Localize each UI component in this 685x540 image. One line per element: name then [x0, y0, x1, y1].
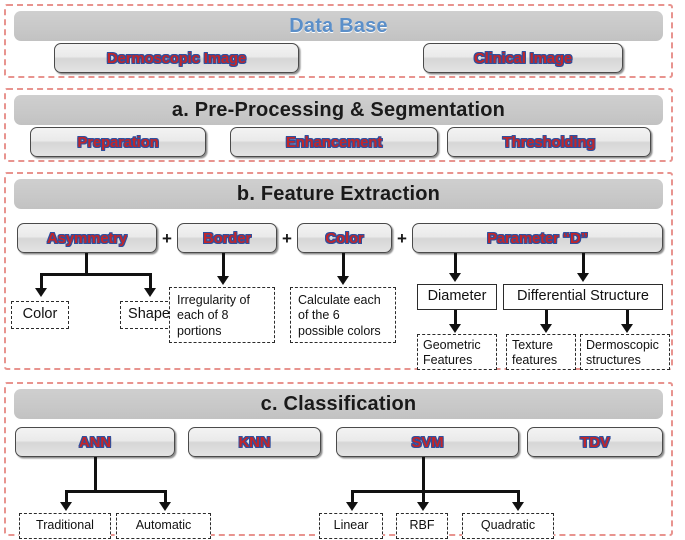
classification-title: c. Classification	[260, 392, 417, 415]
connector-parameter-differential	[582, 253, 585, 275]
button-border[interactable]: Border	[177, 223, 277, 253]
box-svm-linear: Linear	[319, 513, 383, 539]
box-geometric-features: Geometric Features	[417, 334, 497, 370]
box-border-detail: Irregularity of each of 8 portions	[169, 287, 275, 343]
box-diameter-label: Diameter	[427, 288, 487, 305]
button-asymmetry[interactable]: Asymmetry	[17, 223, 157, 253]
database-header-bar: Data Base	[14, 11, 663, 41]
box-ann-traditional: Traditional	[19, 513, 111, 539]
button-knn-label: KNN	[238, 433, 271, 451]
connector-asymmetry-stem	[85, 253, 88, 275]
arrow-svm-rbf	[417, 502, 429, 511]
arrow-ann-automatic	[159, 502, 171, 511]
box-differential-structure-label: Differential Structure	[517, 288, 649, 305]
box-border-detail-label: Irregularity of each of 8 portions	[177, 293, 250, 338]
arrow-geometric-features	[449, 324, 461, 333]
button-svm-label: SVM	[411, 433, 444, 451]
button-preparation-label: Preparation	[77, 133, 159, 151]
button-svm[interactable]: SVM	[336, 427, 519, 457]
box-svm-linear-label: Linear	[333, 518, 369, 533]
box-texture-features: Texture features	[506, 334, 576, 370]
box-asymmetry-color: Color	[11, 301, 69, 329]
section-preprocessing: a. Pre-Processing & Segmentation Prepara…	[4, 88, 673, 162]
box-geometric-features-label: Geometric Features	[423, 338, 481, 368]
button-parameter-d-label: Parameter “D”	[487, 229, 588, 247]
button-tdv-label: TDV	[580, 433, 610, 451]
preprocessing-header-bar: a. Pre-Processing & Segmentation	[14, 95, 663, 125]
arrow-ann-traditional	[60, 502, 72, 511]
connector-ann-bus	[65, 490, 167, 493]
box-svm-rbf: RBF	[396, 513, 448, 539]
preprocessing-title: a. Pre-Processing & Segmentation	[171, 98, 506, 121]
button-preparation[interactable]: Preparation	[30, 127, 206, 157]
arrow-dermoscopic-structures	[621, 324, 633, 333]
arrow-color	[337, 276, 349, 285]
box-color-detail: Calculate each of the 6 possible colors	[290, 287, 396, 343]
box-svm-rbf-label: RBF	[409, 518, 435, 533]
box-asymmetry-color-label: Color	[22, 306, 58, 323]
button-dermoscopic-image[interactable]: Dermoscopic Image	[54, 43, 299, 73]
button-color[interactable]: Color	[297, 223, 392, 253]
arrow-asymmetry-color	[35, 288, 47, 297]
box-color-detail-label: Calculate each of the 6 possible colors	[298, 293, 381, 338]
button-parameter-d[interactable]: Parameter “D”	[412, 223, 663, 253]
button-enhancement-label: Enhancement	[285, 133, 383, 151]
arrow-diameter	[449, 273, 461, 282]
button-thresholding-label: Thresholding	[502, 133, 596, 151]
box-diameter: Diameter	[417, 284, 497, 310]
connector-svm-stem	[422, 457, 425, 492]
arrow-svm-linear	[346, 502, 358, 511]
operator-plus-1: +	[162, 229, 172, 248]
box-ann-automatic-label: Automatic	[135, 518, 192, 533]
button-thresholding[interactable]: Thresholding	[447, 127, 651, 157]
button-knn[interactable]: KNN	[188, 427, 321, 457]
operator-plus-3: +	[397, 229, 407, 248]
arrow-asymmetry-shape	[144, 288, 156, 297]
arrow-border	[217, 276, 229, 285]
box-asymmetry-shape-label: Shape	[128, 306, 170, 323]
section-database: Data Base Dermoscopic Image Clinical Ima…	[4, 4, 673, 78]
section-feature-extraction: b. Feature Extraction Asymmetry + Border…	[4, 172, 673, 370]
connector-asymmetry-bus	[40, 273, 152, 276]
operator-plus-2: +	[282, 229, 292, 248]
button-color-label: Color	[325, 229, 364, 247]
button-dermoscopic-image-label: Dermoscopic Image	[106, 49, 247, 67]
arrow-svm-quadratic	[512, 502, 524, 511]
box-svm-quadratic-label: Quadratic	[480, 518, 536, 533]
button-ann-label: ANN	[79, 433, 111, 451]
feature-extraction-header-bar: b. Feature Extraction	[14, 179, 663, 209]
button-tdv[interactable]: TDV	[527, 427, 663, 457]
box-dermoscopic-structures-label: Dermoscopic structures	[586, 338, 659, 368]
connector-color-stem	[342, 253, 345, 278]
box-ann-traditional-label: Traditional	[36, 518, 94, 533]
button-border-label: Border	[203, 229, 251, 247]
classification-header-bar: c. Classification	[14, 389, 663, 419]
feature-extraction-title: b. Feature Extraction	[236, 182, 441, 205]
box-differential-structure: Differential Structure	[503, 284, 663, 310]
box-ann-automatic: Automatic	[116, 513, 211, 539]
button-enhancement[interactable]: Enhancement	[230, 127, 438, 157]
box-svm-quadratic: Quadratic	[462, 513, 554, 539]
connector-ann-stem	[94, 457, 97, 492]
database-title: Data Base	[289, 14, 388, 37]
button-asymmetry-label: Asymmetry	[47, 229, 127, 247]
section-classification: c. Classification ANN KNN SVM TDV Tradit…	[4, 382, 673, 539]
button-clinical-image[interactable]: Clinical Image	[423, 43, 623, 73]
connector-svm-bus	[351, 490, 520, 493]
button-clinical-image-label: Clinical Image	[473, 49, 573, 67]
arrow-differential-structure	[577, 273, 589, 282]
connector-border-stem	[222, 253, 225, 278]
arrow-texture-features	[540, 324, 552, 333]
box-texture-features-label: Texture features	[512, 338, 558, 368]
box-dermoscopic-structures: Dermoscopic structures	[580, 334, 670, 370]
connector-parameter-diameter	[454, 253, 457, 275]
button-ann[interactable]: ANN	[15, 427, 175, 457]
